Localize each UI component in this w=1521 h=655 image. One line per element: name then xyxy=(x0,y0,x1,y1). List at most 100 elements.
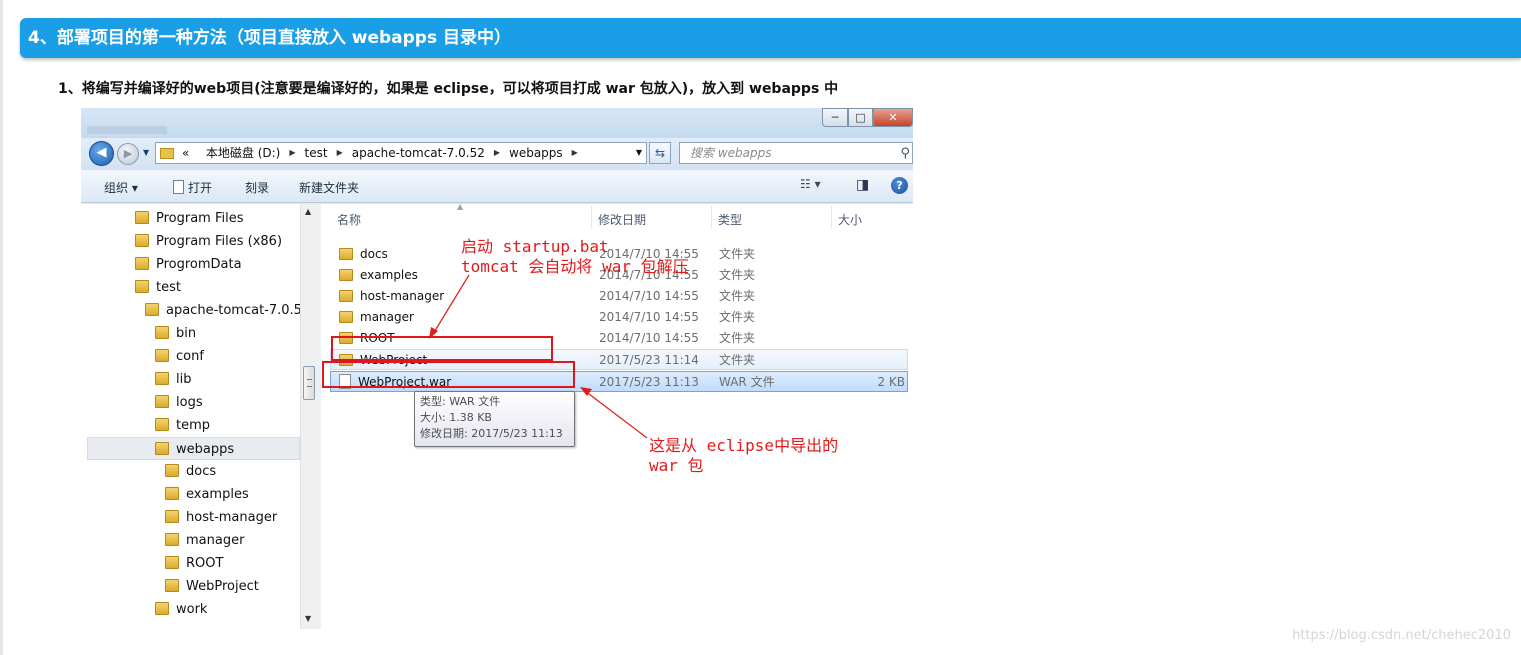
sort-ascending-icon: ▲ xyxy=(457,204,464,211)
search-input[interactable]: 搜索 webapps ⚲ xyxy=(679,142,913,164)
tree-label: Program Files (x86) xyxy=(156,234,283,249)
file-type: 文件夹 xyxy=(719,310,756,324)
file-name: manager xyxy=(360,310,414,324)
address-row: ◀ ▶ ▼ « 本地磁盘 (D:) ▶ test ▶ apache-tomcat… xyxy=(81,138,913,170)
tree-label: logs xyxy=(176,395,203,410)
chevron-right-icon[interactable]: ▶ xyxy=(289,143,295,163)
search-placeholder: 搜索 webapps xyxy=(690,146,772,160)
burn-button[interactable]: 刻录 xyxy=(245,179,269,196)
forward-button[interactable]: ▶ xyxy=(117,143,139,165)
close-button[interactable]: ✕ xyxy=(873,108,913,127)
file-row-host-manager[interactable]: host-manager 2014/7/10 14:55 文件夹 xyxy=(330,286,908,307)
address-dropdown-icon[interactable]: ▼ xyxy=(636,143,642,163)
tree-item-webproject[interactable]: WebProject xyxy=(165,575,259,598)
tree-item-webapps[interactable]: webapps xyxy=(87,437,300,460)
chevron-right-icon xyxy=(195,143,198,163)
breadcrumb-overflow[interactable]: « xyxy=(182,143,189,163)
chevron-right-icon[interactable]: ▶ xyxy=(494,143,500,163)
tree-label: WebProject xyxy=(186,579,259,594)
column-divider[interactable] xyxy=(831,206,832,228)
tree-item-conf[interactable]: conf xyxy=(155,345,204,368)
tree-label: examples xyxy=(186,487,249,502)
tree-item-program-files-x86[interactable]: Program Files (x86) xyxy=(135,230,282,253)
tree-label: webapps xyxy=(176,442,235,457)
navigation-scrollbar[interactable]: ▲ ▼ xyxy=(300,204,317,629)
tree-item-bin[interactable]: bin xyxy=(155,322,196,345)
open-button[interactable]: 打开 xyxy=(173,179,212,196)
tree-item-work[interactable]: work xyxy=(155,598,207,621)
file-type: 文件夹 xyxy=(719,353,756,367)
file-type: 文件夹 xyxy=(719,331,756,345)
tree-item-progromdata[interactable]: ProgromData xyxy=(135,253,242,276)
organize-menu[interactable]: 组织 ▾ xyxy=(104,179,138,196)
chevron-right-icon[interactable]: ▶ xyxy=(337,143,343,163)
tree-label: work xyxy=(176,602,208,617)
tree-item-docs[interactable]: docs xyxy=(165,460,216,483)
breadcrumb-tomcat[interactable]: apache-tomcat-7.0.52 xyxy=(352,143,485,163)
view-options-icon[interactable]: ☷ ▾ xyxy=(800,177,821,191)
tree-label: manager xyxy=(186,533,245,548)
file-date: 2017/5/23 11:13 xyxy=(599,375,699,389)
annotation-startup-line1: 启动 startup.bat xyxy=(461,237,609,256)
scroll-thumb[interactable] xyxy=(303,366,315,400)
tree-item-program-files[interactable]: Program Files xyxy=(135,207,244,230)
tree-item-lib[interactable]: lib xyxy=(155,368,191,391)
folder-icon xyxy=(165,533,179,546)
search-icon[interactable]: ⚲ xyxy=(900,144,910,164)
new-folder-button[interactable]: 新建文件夹 xyxy=(299,179,359,196)
tree-item-apache-tomcat[interactable]: apache-tomcat-7.0.52 xyxy=(145,299,310,322)
help-icon[interactable]: ? xyxy=(891,177,908,194)
tree-label: docs xyxy=(186,464,217,479)
minimize-button[interactable]: ─ xyxy=(822,108,848,127)
scroll-grip-icon xyxy=(307,379,312,387)
chevron-right-icon[interactable]: ▶ xyxy=(572,143,578,163)
folder-icon xyxy=(155,442,169,455)
scroll-up-icon[interactable]: ▲ xyxy=(305,207,311,216)
tree-item-temp[interactable]: temp xyxy=(155,414,210,437)
column-type[interactable]: 类型 xyxy=(718,211,742,228)
recent-pages-dropdown-icon[interactable]: ▼ xyxy=(143,148,149,157)
annotation-startup-line2: tomcat 会自动将 war 包解压 xyxy=(461,257,689,276)
column-name[interactable]: 名称 xyxy=(337,211,361,228)
tree-item-manager[interactable]: manager xyxy=(165,529,244,552)
window-title-bar: ─ □ ✕ xyxy=(81,108,913,138)
back-button[interactable]: ◀ xyxy=(89,141,114,166)
file-size: 2 KB xyxy=(877,375,905,389)
file-date: 2017/5/23 11:14 xyxy=(599,353,699,367)
folder-icon xyxy=(135,257,149,270)
column-size[interactable]: 大小 xyxy=(838,211,862,228)
tree-item-logs[interactable]: logs xyxy=(155,391,203,414)
tree-item-root[interactable]: ROOT xyxy=(165,552,223,575)
address-bar[interactable]: « 本地磁盘 (D:) ▶ test ▶ apache-tomcat-7.0.5… xyxy=(155,142,647,164)
tree-item-test[interactable]: test xyxy=(135,276,181,299)
tooltip-size: 大小: 1.38 KB xyxy=(420,411,492,424)
maximize-button[interactable]: □ xyxy=(848,108,873,127)
tree-item-examples[interactable]: examples xyxy=(165,483,249,506)
folder-icon xyxy=(339,311,353,323)
breadcrumb-test[interactable]: test xyxy=(305,143,328,163)
file-type: 文件夹 xyxy=(719,247,756,261)
column-divider[interactable] xyxy=(711,206,712,228)
file-date: 2014/7/10 14:55 xyxy=(599,310,699,324)
file-type: 文件夹 xyxy=(719,289,756,303)
file-name: docs xyxy=(360,247,388,261)
war-highlight-box xyxy=(322,361,575,388)
preview-pane-icon[interactable]: ◨ xyxy=(856,177,869,193)
tree-label: apache-tomcat-7.0.52 xyxy=(166,303,311,318)
folder-icon xyxy=(160,147,174,159)
folder-icon xyxy=(135,234,149,247)
scroll-down-icon[interactable]: ▼ xyxy=(305,614,311,623)
file-name: examples xyxy=(360,268,418,282)
file-row-manager[interactable]: manager 2014/7/10 14:55 文件夹 xyxy=(330,307,908,328)
refresh-button[interactable]: ⇆ xyxy=(649,142,671,164)
column-date[interactable]: 修改日期 xyxy=(598,211,646,228)
tree-label: conf xyxy=(176,349,204,364)
breadcrumb-webapps[interactable]: webapps xyxy=(509,143,563,163)
folder-icon xyxy=(165,487,179,500)
breadcrumb-drive[interactable]: 本地磁盘 (D:) xyxy=(206,143,280,163)
tree-item-host-manager[interactable]: host-manager xyxy=(165,506,277,529)
window-title-ghost xyxy=(87,126,167,134)
column-divider[interactable] xyxy=(591,206,592,228)
open-label: 打开 xyxy=(188,181,213,195)
folder-icon xyxy=(155,349,169,362)
